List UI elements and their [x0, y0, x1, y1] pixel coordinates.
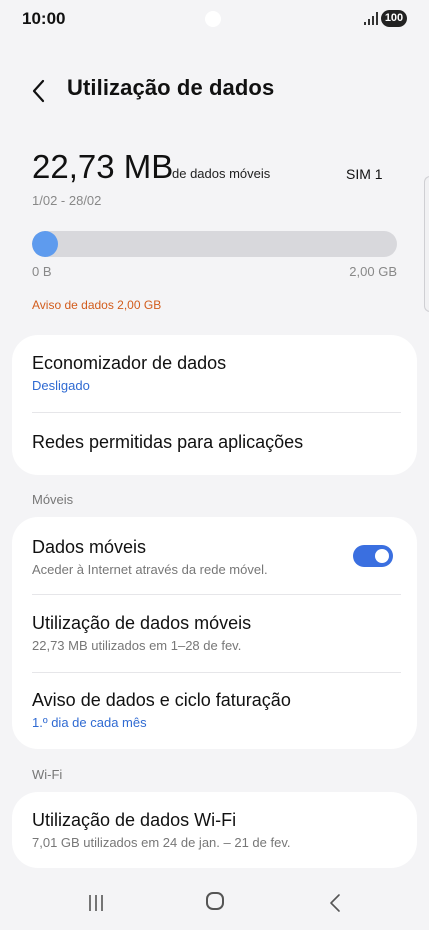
- mobile-data-item[interactable]: Dados móveis Aceder à Internet através d…: [32, 537, 337, 577]
- toggle-knob: [375, 549, 389, 563]
- camera-cutout: [205, 11, 221, 27]
- wifi-usage-card: Utilização de dados Wi-Fi 7,01 GB utiliz…: [12, 792, 417, 868]
- data-saver-card: Economizador de dados Desligado Redes pe…: [12, 335, 417, 475]
- back-arrow-icon[interactable]: [28, 76, 50, 106]
- mobile-data-card: Dados móveis Aceder à Internet através d…: [12, 517, 417, 749]
- recent-apps-icon[interactable]: [87, 894, 105, 912]
- mobile-usage-subtitle: 22,73 MB utilizados em 1–28 de fev.: [32, 638, 242, 653]
- divider: [32, 672, 401, 673]
- data-saver-item[interactable]: Economizador de dados Desligado: [32, 353, 401, 393]
- page-header: Utilização de dados: [0, 68, 429, 112]
- navigation-bar: [0, 878, 429, 930]
- warning-cycle-item[interactable]: Aviso de dados e ciclo faturação 1.º dia…: [32, 690, 401, 730]
- wifi-usage-subtitle: 7,01 GB utilizados em 24 de jan. – 21 de…: [32, 835, 291, 850]
- data-saver-status: Desligado: [32, 378, 90, 393]
- allowed-networks-item[interactable]: Redes permitidas para aplicações: [32, 432, 401, 453]
- section-label-wifi: Wi-Fi: [32, 767, 63, 782]
- progress-min-label: 0 B: [32, 264, 52, 279]
- mobile-data-subtitle: Aceder à Internet através da rede móvel.: [32, 562, 268, 577]
- page-title: Utilização de dados: [67, 75, 275, 100]
- usage-unit-label: de dados móveis: [172, 166, 271, 181]
- wifi-usage-item[interactable]: Utilização de dados Wi-Fi 7,01 GB utiliz…: [32, 810, 401, 850]
- wifi-usage-title: Utilização de dados Wi-Fi: [32, 810, 237, 830]
- usage-amount: 22,73 MB: [32, 148, 174, 185]
- nav-back-icon[interactable]: [328, 892, 342, 914]
- allowed-networks-title: Redes permitidas para aplicações: [32, 432, 304, 452]
- data-saver-title: Economizador de dados: [32, 353, 227, 373]
- sim-selector[interactable]: SIM 1: [346, 166, 383, 182]
- battery-icon: 100: [381, 10, 407, 27]
- section-label-mobile: Móveis: [32, 492, 74, 507]
- mobile-usage-title: Utilização de dados móveis: [32, 613, 252, 633]
- mobile-usage-item[interactable]: Utilização de dados móveis 22,73 MB util…: [32, 613, 401, 653]
- usage-progress-fill: [32, 231, 58, 257]
- warning-cycle-title: Aviso de dados e ciclo faturação: [32, 690, 291, 710]
- divider: [32, 412, 401, 413]
- scrollbar[interactable]: [424, 176, 429, 312]
- signal-icon: [364, 12, 378, 25]
- usage-progress-bar: [32, 231, 397, 257]
- divider: [32, 594, 401, 595]
- mobile-data-title: Dados móveis: [32, 537, 147, 557]
- data-warning-label: Aviso de dados 2,00 GB: [32, 298, 162, 312]
- warning-cycle-subtitle: 1.º dia de cada mês: [32, 715, 147, 730]
- date-range: 1/02 - 28/02: [32, 193, 102, 208]
- mobile-data-toggle[interactable]: [353, 545, 393, 567]
- progress-max-label: 2,00 GB: [349, 264, 397, 279]
- home-icon[interactable]: [206, 892, 224, 910]
- status-bar: 10:00 100: [0, 0, 429, 40]
- status-time: 10:00: [22, 9, 66, 28]
